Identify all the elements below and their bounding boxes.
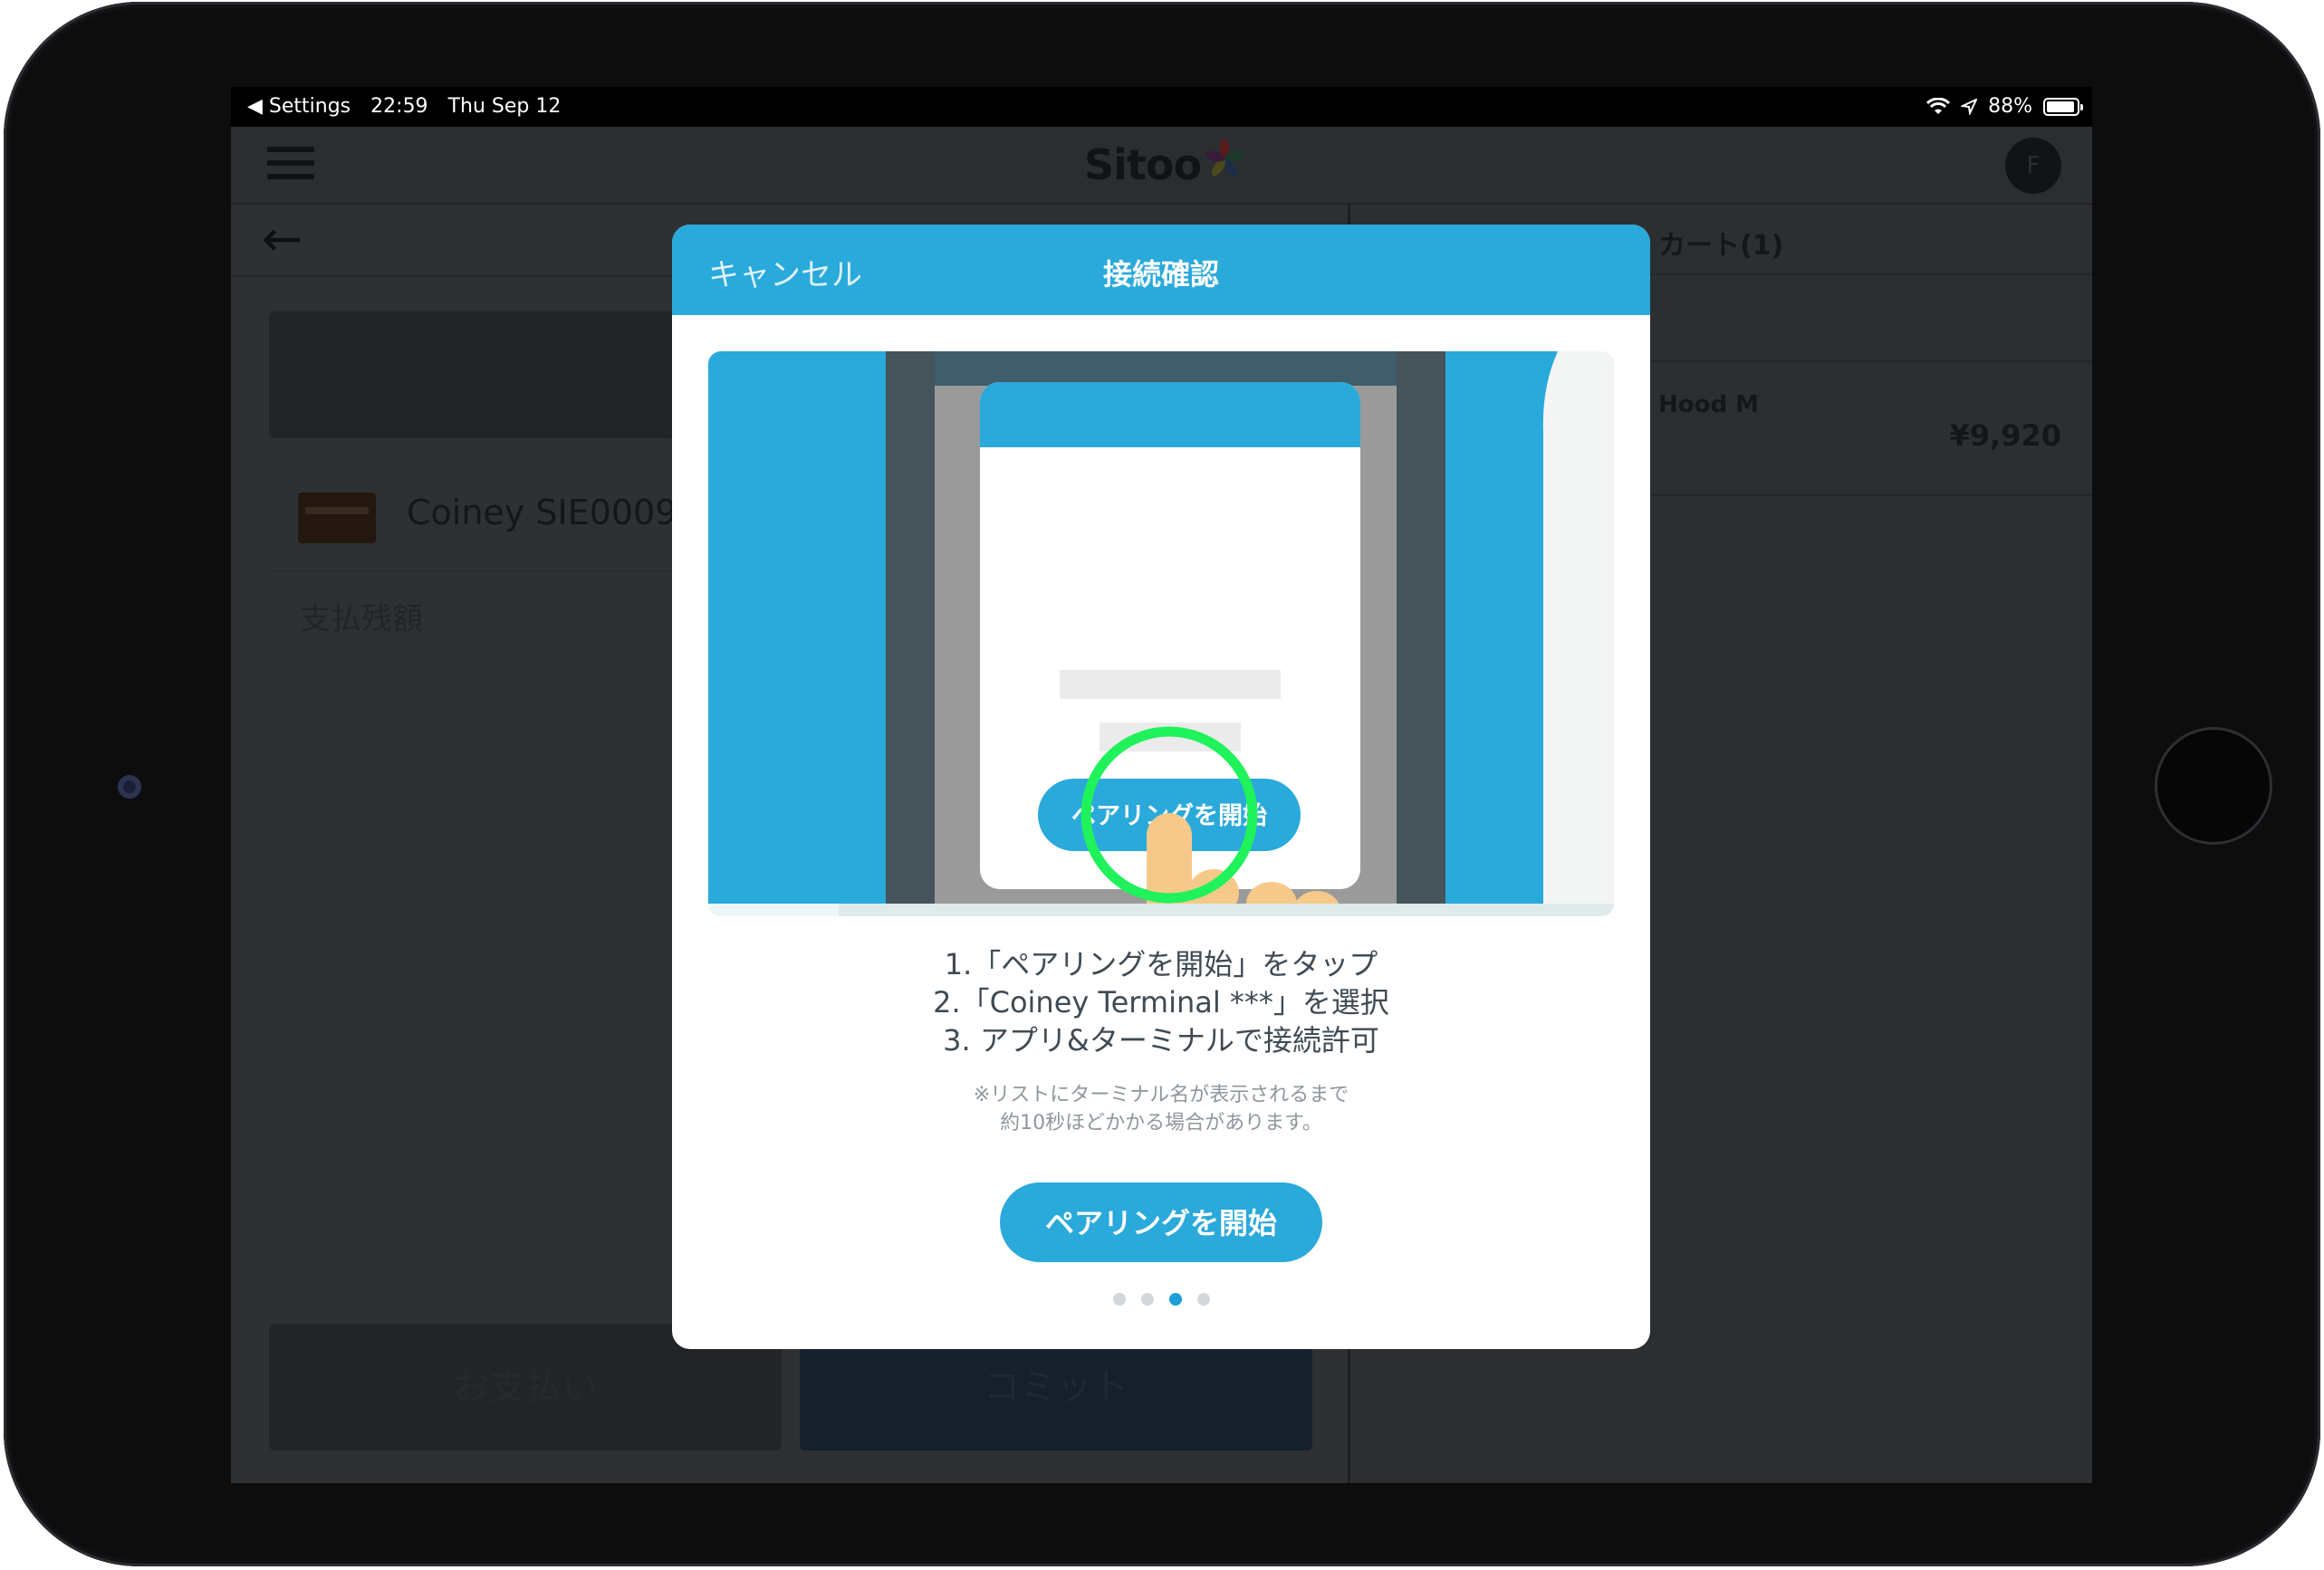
camera-icon bbox=[118, 775, 141, 799]
logo-text: Sitoo bbox=[1084, 140, 1202, 189]
pairing-steps: 1.「ペアリングを開始」をタップ 2.「Coiney Terminal ***」… bbox=[672, 945, 1650, 1059]
step-1: 1.「ペアリングを開始」をタップ bbox=[944, 947, 1378, 981]
cart-title: カート(1) bbox=[1658, 230, 1784, 262]
step-2: 2.「Coiney Terminal ***」を選択 bbox=[933, 985, 1389, 1020]
status-time: 22:59 bbox=[370, 95, 428, 118]
wifi-icon bbox=[1926, 97, 1951, 114]
page-dot[interactable] bbox=[1196, 1293, 1210, 1306]
start-pairing-button[interactable]: ペアリングを開始 bbox=[1000, 1182, 1322, 1262]
balance-label: 支払残額 bbox=[300, 601, 423, 637]
battery-icon bbox=[2043, 97, 2083, 116]
status-date: Thu Sep 12 bbox=[447, 95, 562, 118]
note-line-2: 約10秒ほどかかる場合があります。 bbox=[1000, 1112, 1322, 1134]
sitoo-logo: Sitoo bbox=[1084, 139, 1244, 189]
location-icon bbox=[1961, 98, 1978, 115]
step-3: 3. アプリ&ターミナルで接続許可 bbox=[943, 1023, 1379, 1058]
page-dot[interactable] bbox=[1140, 1293, 1154, 1306]
cart-item-name[interactable]: Hood M bbox=[1658, 391, 1759, 418]
status-bar: ◀ Settings 22:59 Thu Sep 12 88% bbox=[231, 87, 2092, 127]
note-line-1: ※リストにターミナル名が表示されるまで bbox=[973, 1084, 1349, 1106]
page-dot-active[interactable] bbox=[1168, 1293, 1182, 1306]
battery-percent: 88% bbox=[1988, 95, 2032, 118]
page-dot[interactable] bbox=[1112, 1293, 1126, 1306]
back-arrow-icon[interactable]: ← bbox=[262, 210, 303, 267]
pairing-illustration: ペアリングを開始 bbox=[708, 351, 1614, 916]
screen: ◀ Settings 22:59 Thu Sep 12 88% Sitoo F bbox=[231, 87, 2092, 1483]
cart-item-price: ¥9,920 bbox=[1949, 418, 2061, 453]
home-button[interactable] bbox=[2157, 730, 2270, 842]
modal-title: 接続確認 bbox=[1102, 257, 1219, 292]
back-to-app-link[interactable]: ◀ Settings bbox=[247, 95, 351, 118]
modal-header: キャンセル 接続確認 bbox=[672, 225, 1650, 315]
app-bar: Sitoo F bbox=[231, 127, 2092, 205]
star-icon bbox=[1205, 139, 1244, 189]
pairing-modal: キャンセル 接続確認 ペアリングを開始 bbox=[672, 225, 1650, 1349]
avatar[interactable]: F bbox=[2005, 138, 2061, 194]
pairing-note: ※リストにターミナル名が表示されるまで 約10秒ほどかかる場合があります。 bbox=[672, 1081, 1650, 1137]
card-icon bbox=[298, 493, 376, 543]
tablet-illustration: ペアリングを開始 bbox=[708, 351, 1614, 916]
page-indicator bbox=[672, 1293, 1650, 1306]
menu-icon[interactable] bbox=[267, 147, 314, 183]
